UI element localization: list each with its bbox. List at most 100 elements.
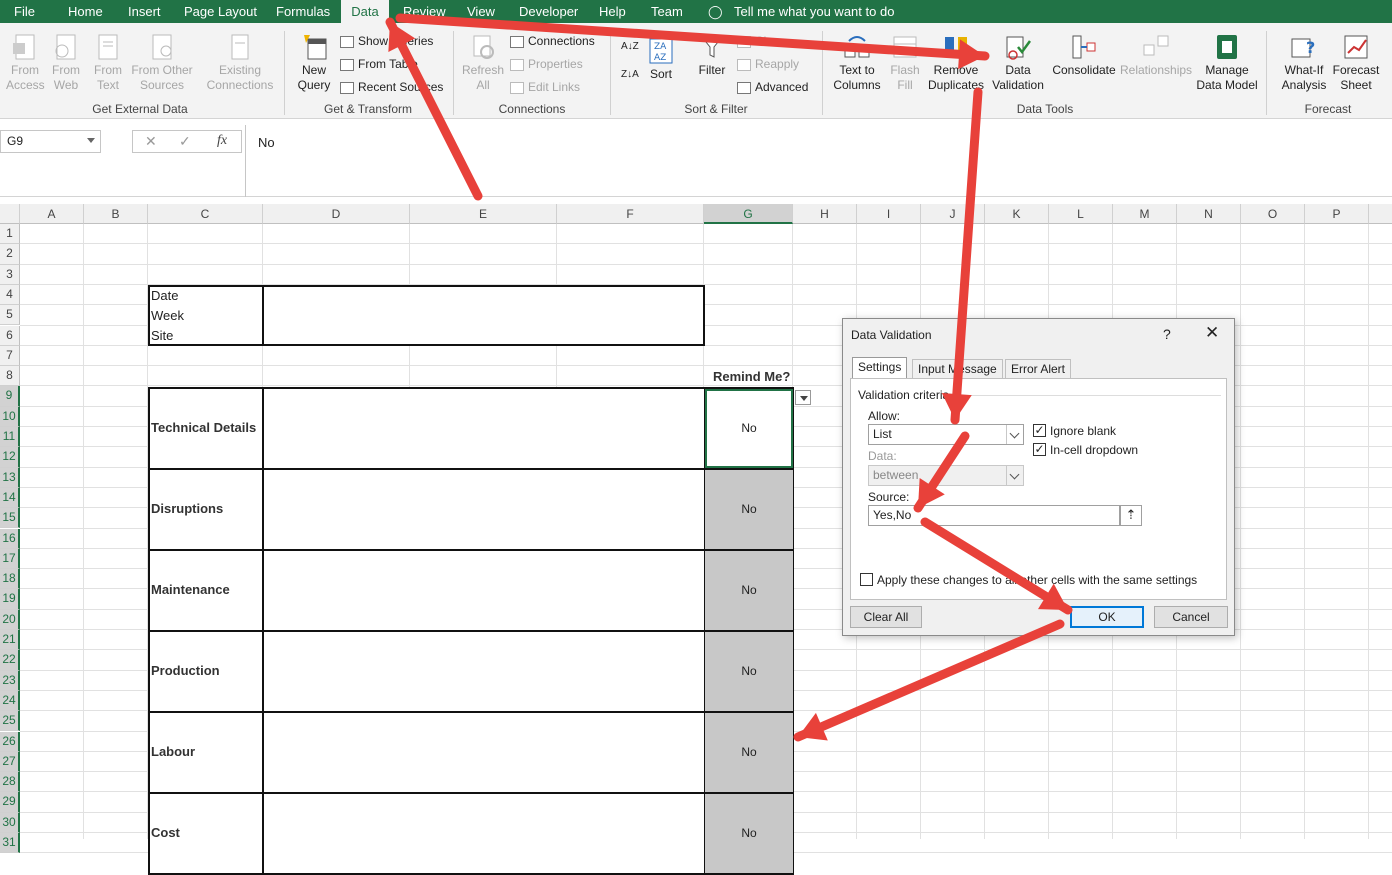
cancel-button[interactable]: Cancel xyxy=(1154,606,1228,628)
column-header[interactable]: H xyxy=(793,204,857,224)
select-all-corner[interactable] xyxy=(0,204,20,224)
column-header[interactable] xyxy=(1369,204,1392,224)
manage-data-model-button[interactable]: Manage Data Model xyxy=(1196,33,1258,93)
reapply-button[interactable]: Reapply xyxy=(737,55,799,73)
from-other-sources-button[interactable]: From Other Sources xyxy=(128,33,196,93)
remind-me-cell[interactable]: No xyxy=(705,389,793,468)
apply-all-checkbox[interactable] xyxy=(860,573,873,586)
sort-button[interactable]: ZA AZ Sort xyxy=(646,37,676,82)
row-header[interactable]: 21 xyxy=(0,630,20,651)
remind-me-cell[interactable]: No xyxy=(705,794,793,873)
relationships-button[interactable]: Relationships xyxy=(1120,33,1192,78)
row-header[interactable]: 13 xyxy=(0,467,20,488)
row-header[interactable]: 7 xyxy=(0,345,20,367)
clear-button[interactable]: Clear xyxy=(737,32,784,50)
forecast-sheet-button[interactable]: Forecast Sheet xyxy=(1332,33,1380,93)
recent-sources-button[interactable]: Recent Sources xyxy=(340,78,443,96)
column-header[interactable]: N xyxy=(1177,204,1241,224)
from-table-button[interactable]: From Table xyxy=(340,55,418,73)
row-header[interactable]: 2 xyxy=(0,244,20,265)
remove-duplicates-button[interactable]: Remove Duplicates xyxy=(926,33,986,93)
ignore-blank-checkbox[interactable]: ✓ xyxy=(1033,424,1046,437)
row-header[interactable]: 8 xyxy=(0,366,20,387)
connections-button[interactable]: Connections xyxy=(510,32,595,50)
row-header[interactable]: 19 xyxy=(0,589,20,610)
column-header-selected[interactable]: G xyxy=(704,204,793,224)
properties-button[interactable]: Properties xyxy=(510,55,583,73)
sort-az-button[interactable]: A↓Z xyxy=(621,41,639,52)
column-header[interactable]: O xyxy=(1241,204,1305,224)
column-header[interactable]: D xyxy=(263,204,410,224)
tab-help[interactable]: Help xyxy=(599,0,626,23)
tab-input-message[interactable]: Input Message xyxy=(912,359,1003,378)
tab-insert[interactable]: Insert xyxy=(128,0,161,23)
row-header[interactable]: 15 xyxy=(0,508,20,529)
name-box[interactable]: G9 xyxy=(0,130,101,153)
row-header[interactable]: 12 xyxy=(0,447,20,468)
row-header[interactable]: 17 xyxy=(0,548,20,570)
row-header[interactable]: 5 xyxy=(0,305,20,326)
row-header[interactable]: 22 xyxy=(0,650,20,671)
clear-all-button[interactable]: Clear All xyxy=(850,606,922,628)
data-validation-button[interactable]: Data Validation xyxy=(990,33,1046,93)
tab-error-alert[interactable]: Error Alert xyxy=(1005,359,1072,378)
column-header[interactable]: P xyxy=(1305,204,1369,224)
cell-dropdown-button[interactable] xyxy=(795,390,811,405)
row-header[interactable]: 27 xyxy=(0,751,20,773)
tab-formulas[interactable]: Formulas xyxy=(276,0,330,23)
remind-me-cell[interactable]: No xyxy=(705,713,793,792)
cancel-icon[interactable]: ✕ xyxy=(145,133,157,150)
collapse-dialog-icon[interactable]: ⇡ xyxy=(1120,505,1142,526)
chevron-down-icon[interactable] xyxy=(1006,425,1023,444)
column-header[interactable]: E xyxy=(410,204,557,224)
close-icon[interactable]: ✕ xyxy=(1205,323,1219,343)
row-header[interactable]: 11 xyxy=(0,427,20,448)
sort-za-button[interactable]: Z↓A xyxy=(621,69,639,80)
check-icon[interactable]: ✓ xyxy=(179,133,191,150)
tab-settings[interactable]: Settings xyxy=(852,357,908,379)
tab-home[interactable]: Home xyxy=(68,0,103,23)
row-header[interactable]: 9 xyxy=(0,386,20,407)
row-header[interactable]: 28 xyxy=(0,772,20,793)
from-web-button[interactable]: From Web xyxy=(48,33,84,93)
allow-select[interactable]: List xyxy=(868,424,1024,445)
row-header[interactable]: 1 xyxy=(0,224,20,245)
row-header[interactable]: 31 xyxy=(0,833,20,854)
remind-me-cell[interactable]: No xyxy=(705,551,793,630)
from-access-button[interactable]: From Access xyxy=(6,33,45,93)
row-header[interactable]: 20 xyxy=(0,609,20,630)
tell-me-search[interactable]: Tell me what you want to do xyxy=(734,0,894,23)
tab-page-layout[interactable]: Page Layout xyxy=(184,0,257,23)
from-text-button[interactable]: From Text xyxy=(90,33,126,93)
column-header[interactable]: B xyxy=(84,204,148,224)
fx-icon[interactable]: fx xyxy=(217,133,227,149)
advanced-button[interactable]: Advanced xyxy=(737,78,808,96)
row-header[interactable]: 4 xyxy=(0,284,20,306)
chevron-down-icon[interactable] xyxy=(87,138,95,143)
column-header[interactable]: J xyxy=(921,204,985,224)
row-header[interactable]: 14 xyxy=(0,487,20,509)
column-header[interactable]: F xyxy=(557,204,704,224)
filter-button[interactable]: Filter xyxy=(694,33,730,78)
what-if-analysis-button[interactable]: ? What-If Analysis xyxy=(1276,33,1332,93)
flash-fill-button[interactable]: Flash Fill xyxy=(888,33,922,93)
column-header[interactable]: C xyxy=(148,204,263,224)
column-header[interactable]: L xyxy=(1049,204,1113,224)
row-header[interactable]: 30 xyxy=(0,812,20,833)
refresh-all-button[interactable]: Refresh All xyxy=(460,33,506,93)
tab-data[interactable]: Data xyxy=(341,0,389,23)
tab-view[interactable]: View xyxy=(467,0,495,23)
remind-me-cell[interactable]: No xyxy=(705,470,793,549)
in-cell-dropdown-checkbox[interactable]: ✓ xyxy=(1033,443,1046,456)
tab-developer[interactable]: Developer xyxy=(519,0,578,23)
text-to-columns-button[interactable]: Text to Columns xyxy=(830,33,884,93)
tab-review[interactable]: Review xyxy=(403,0,446,23)
column-header[interactable]: M xyxy=(1113,204,1177,224)
row-header[interactable]: 3 xyxy=(0,264,20,285)
column-header[interactable]: I xyxy=(857,204,921,224)
column-header[interactable]: A xyxy=(20,204,84,224)
help-icon[interactable]: ? xyxy=(1163,326,1171,342)
source-input[interactable]: Yes,No xyxy=(868,505,1120,526)
row-header[interactable]: 16 xyxy=(0,528,20,549)
tab-file[interactable]: File xyxy=(14,0,35,23)
